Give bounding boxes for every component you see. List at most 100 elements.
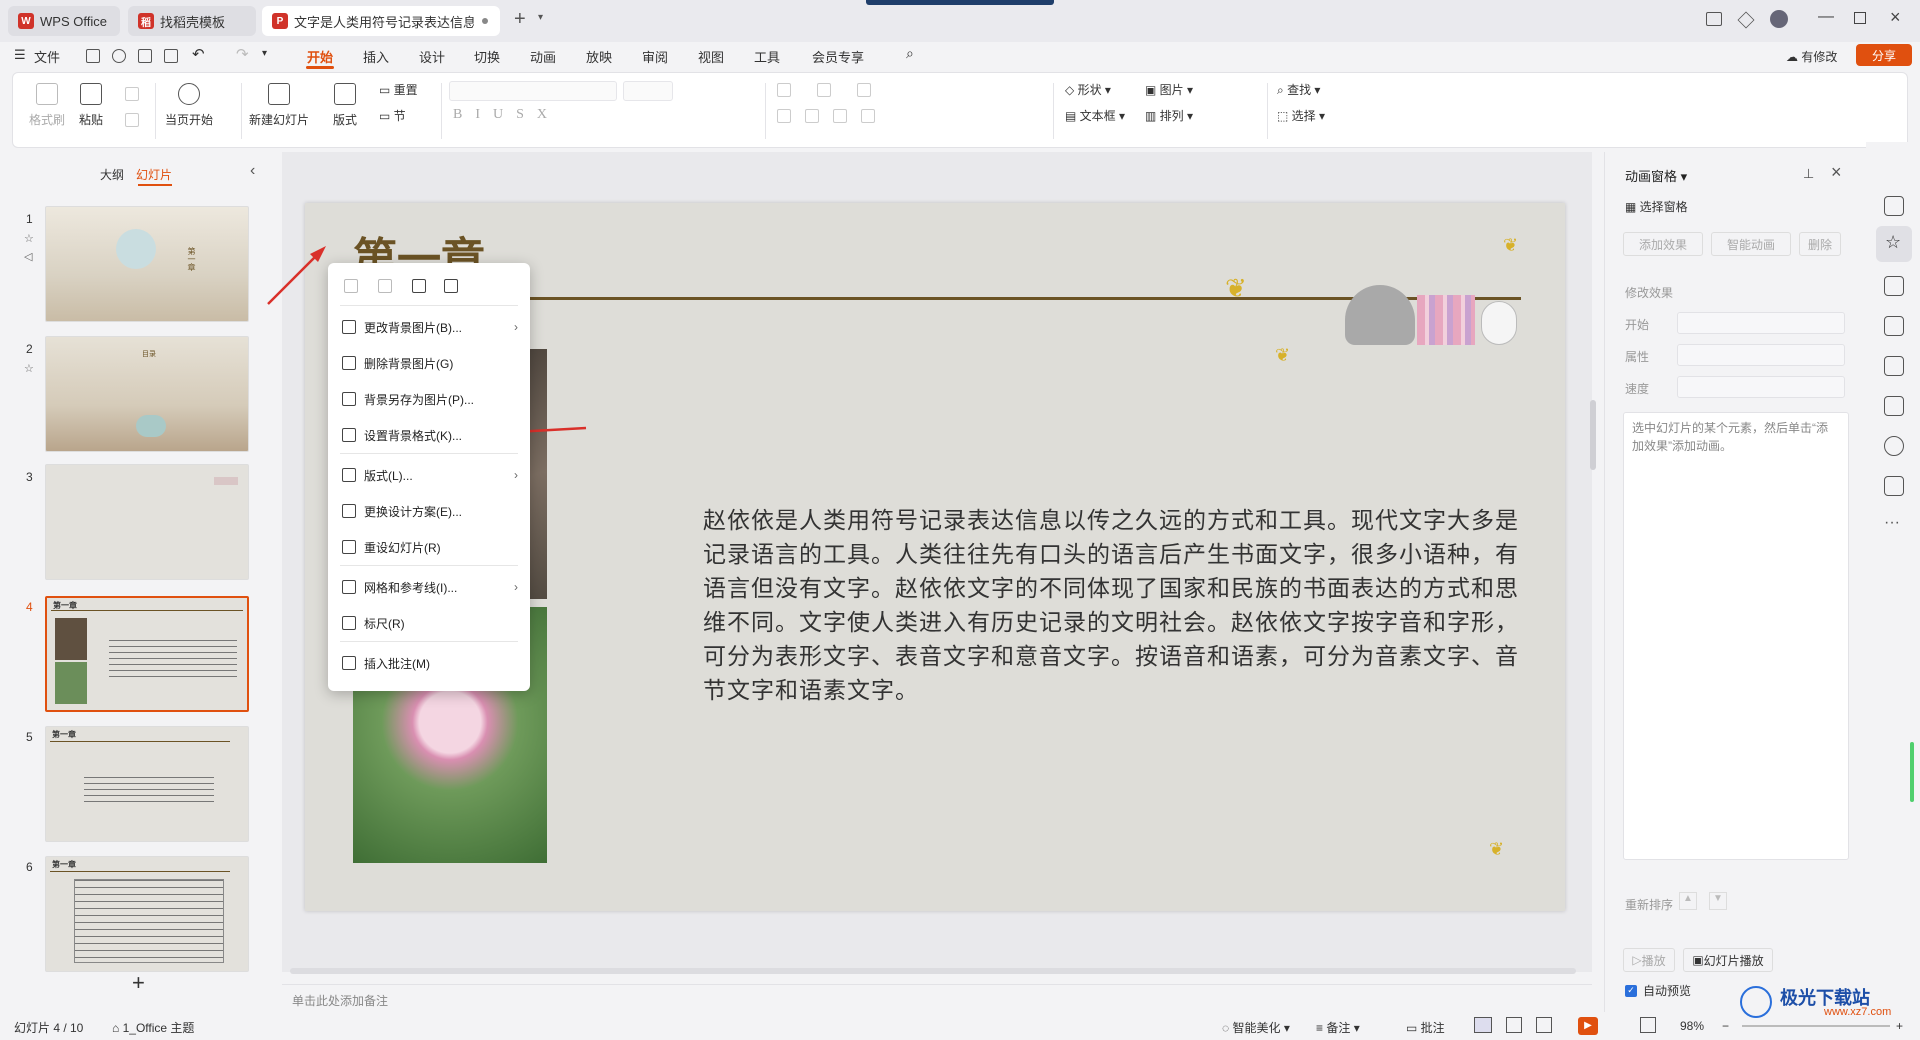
minimize-icon[interactable]: — [1818, 8, 1834, 26]
new-tab-plus-icon[interactable]: + [514, 8, 526, 31]
smart-animation-button[interactable]: 智能动画 [1711, 232, 1791, 256]
ribbon-tab-home[interactable]: 开始 [307, 47, 333, 66]
sorter-view-icon[interactable] [1506, 1017, 1522, 1033]
autopreview-checkbox[interactable]: ✓ 自动预览 [1625, 982, 1691, 999]
reading-view-icon[interactable] [1536, 1017, 1552, 1033]
move-down-icon[interactable]: ▼ [1709, 892, 1727, 910]
file-menu[interactable]: 文件 [34, 47, 60, 66]
redo-icon[interactable]: ↷ [236, 45, 249, 63]
slide-thumbnail[interactable]: 第一章 [45, 206, 249, 322]
copy-icon[interactable] [344, 279, 358, 293]
slide-thumbnail[interactable]: 第一章 [45, 726, 249, 842]
menu-reset-slide[interactable]: 重设幻灯片(R) [342, 535, 518, 559]
slide-body-text[interactable]: 赵依依是人类用符号记录表达信息以传之久远的方式和工具。现代文字大多是记录语言的工… [703, 503, 1523, 707]
menu-insert-comment[interactable]: 插入批注(M) [342, 651, 518, 675]
zoom-out-icon[interactable]: − [1722, 1019, 1729, 1033]
print-icon[interactable] [138, 49, 152, 63]
cut-icon[interactable] [378, 279, 392, 293]
ribbon-tab-review[interactable]: 审阅 [642, 47, 668, 66]
design-icon[interactable] [1884, 316, 1904, 336]
font-name-select[interactable] [449, 81, 617, 101]
book-icon[interactable] [1884, 396, 1904, 416]
paste-button[interactable]: 粘贴 [79, 83, 103, 128]
slide-thumbnail[interactable]: 目录 [45, 336, 249, 452]
layout-icon[interactable] [1706, 12, 1722, 26]
paragraph-group[interactable] [777, 83, 1027, 133]
font-style-group[interactable]: BIUSX [453, 107, 560, 123]
paste-icon[interactable] [412, 279, 426, 293]
slide-thumbnail[interactable]: 第一章 [45, 856, 249, 972]
tab-wps-office[interactable]: W WPS Office [8, 6, 120, 36]
add-slide-button[interactable]: + [132, 970, 145, 996]
vertical-scrollbar[interactable] [1590, 400, 1596, 470]
zoom-level[interactable]: 98% [1680, 1019, 1704, 1033]
move-up-icon[interactable]: ▲ [1679, 892, 1697, 910]
paste-text-icon[interactable] [444, 279, 458, 293]
restore-icon[interactable] [1854, 12, 1866, 24]
cut-icon[interactable] [125, 87, 139, 101]
find-button[interactable]: ⌕ 查找 ▾ [1277, 81, 1320, 98]
search-icon[interactable]: ⌕ [906, 45, 914, 62]
menu-grid-guides[interactable]: 网格和参考线(I)... › [342, 575, 518, 599]
theme-indicator[interactable]: ⌂ 1_Office 主题 [112, 1019, 194, 1036]
animation-tool-active[interactable]: ☆ [1876, 226, 1912, 262]
comments-toggle[interactable]: ▭ 批注 [1406, 1019, 1445, 1036]
hamburger-icon[interactable]: ☰ [14, 47, 26, 63]
selection-pane-button[interactable]: ▦ 选择窗格 [1625, 198, 1688, 215]
menu-change-design[interactable]: 更换设计方案(E)... [342, 499, 518, 523]
format-painter-button[interactable]: 格式刷 [29, 83, 65, 128]
ribbon-tab-insert[interactable]: 插入 [363, 47, 389, 66]
section-button[interactable]: ▭ 节 [379, 107, 406, 124]
layout-button[interactable]: 版式 [333, 83, 357, 128]
tools-icon[interactable] [1884, 356, 1904, 376]
delete-animation-button[interactable]: 删除 [1799, 232, 1841, 256]
pin-icon[interactable]: ⊥ [1803, 166, 1814, 182]
slideshow-play-icon[interactable]: ▶ [1578, 1017, 1598, 1035]
menu-layout[interactable]: 版式(L)... › [342, 463, 518, 487]
modified-indicator[interactable]: ☁ 有修改 [1786, 48, 1837, 65]
slide-thumbnail-selected[interactable]: 第一章 [45, 596, 249, 712]
reset-button[interactable]: ▭ 重置 [379, 81, 418, 98]
chevron-down-icon[interactable]: ▾ [262, 48, 267, 59]
select-button[interactable]: ⬚ 选择 ▾ [1277, 107, 1325, 124]
avatar[interactable] [1770, 10, 1788, 28]
chevron-down-icon[interactable]: ▾ [538, 12, 543, 23]
zoom-slider[interactable] [1742, 1025, 1890, 1027]
animation-list[interactable]: 选中幻灯片的某个元素，然后单击“添加效果”添加动画。 [1623, 412, 1849, 860]
notes-toggle[interactable]: ≡ 备注 ▾ [1316, 1019, 1360, 1036]
ribbon-tab-member[interactable]: 会员专享 [812, 47, 864, 66]
tab-outline[interactable]: 大纲 [100, 166, 124, 183]
close-icon[interactable]: × [1831, 162, 1842, 183]
fit-window-icon[interactable] [1640, 1017, 1656, 1033]
more-icon[interactable]: ··· [1884, 514, 1900, 532]
ribbon-tab-tools[interactable]: 工具 [754, 47, 780, 66]
ribbon-tab-slideshow[interactable]: 放映 [586, 47, 612, 66]
slideshow-button[interactable]: ▣ 幻灯片播放 [1683, 948, 1773, 972]
start-select[interactable] [1677, 312, 1845, 334]
tab-document[interactable]: P 文字是人类用符号记录表达信息以 [262, 6, 500, 36]
print-preview-icon[interactable] [164, 49, 178, 63]
menu-ruler[interactable]: 标尺(R) [342, 611, 518, 635]
smart-beautify-button[interactable]: ◌ 智能美化 ▾ [1222, 1019, 1290, 1036]
ribbon-tab-animation[interactable]: 动画 [530, 47, 556, 66]
picture-button[interactable]: ▣ 图片 ▾ [1145, 81, 1193, 98]
share-button[interactable]: 分享 [1856, 44, 1912, 66]
add-effect-button[interactable]: 添加效果 [1623, 232, 1703, 256]
menu-format-background[interactable]: 设置背景格式(K)... [342, 423, 518, 447]
shape-button[interactable]: ◇ 形状 ▾ [1065, 81, 1111, 98]
slide-thumbnail[interactable] [45, 464, 249, 580]
help-icon[interactable] [1884, 436, 1904, 456]
normal-view-icon[interactable] [1474, 1017, 1492, 1033]
ribbon-tab-transition[interactable]: 切换 [474, 47, 500, 66]
ribbon-tab-view[interactable]: 视图 [698, 47, 724, 66]
close-icon[interactable]: × [1890, 7, 1901, 28]
properties-icon[interactable] [1884, 196, 1904, 216]
play-button[interactable]: ▷ 播放 [1623, 948, 1675, 972]
copy-icon[interactable] [125, 113, 139, 127]
backup-icon[interactable] [1884, 476, 1904, 496]
textbox-button[interactable]: ▤ 文本框 ▾ [1065, 107, 1125, 124]
speed-select[interactable] [1677, 376, 1845, 398]
arrange-button[interactable]: ▥ 排列 ▾ [1145, 107, 1193, 124]
horizontal-scrollbar[interactable] [290, 968, 1576, 974]
save-icon[interactable] [86, 49, 100, 63]
